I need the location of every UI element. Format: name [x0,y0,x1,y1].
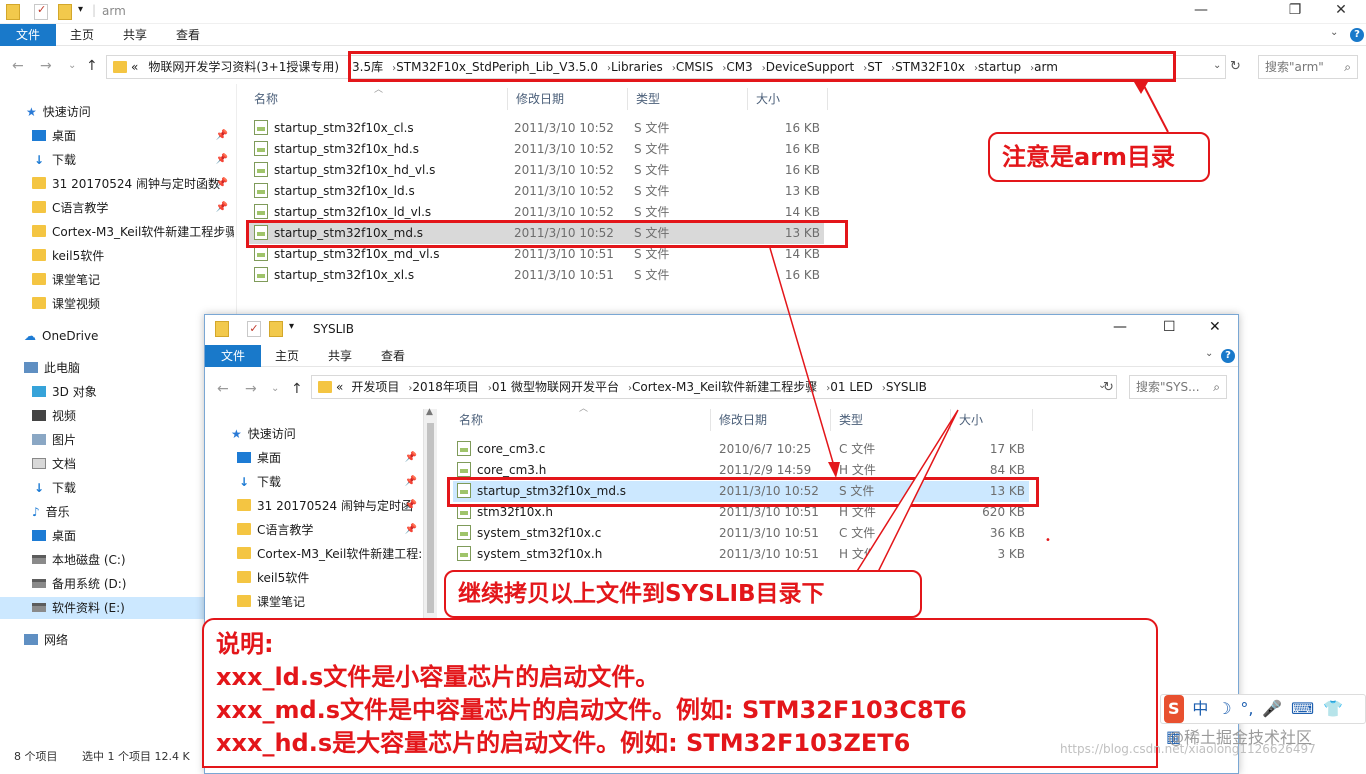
keyboard-icon[interactable]: ⌨ [1291,695,1314,723]
moon-icon[interactable]: ☽ [1217,695,1231,723]
arrow-line [769,247,835,467]
copy-files-note: 继续拷贝以上文件到SYSLIB目录下 [444,570,922,618]
explain-line: xxx_ld.s文件是小容量芯片的启动文件。 [216,663,660,691]
explain-line: 说明: [216,630,274,658]
sogou-logo-icon: S [1164,695,1184,723]
explain-line: xxx_md.s文件是中容量芯片的启动文件。例如: STM32F103C8T6 [216,696,967,724]
skin-icon[interactable]: 👕 [1323,695,1343,723]
chinese-mode-icon[interactable]: 中 [1192,695,1208,723]
explain-line: xxx_hd.s是大容量芯片的启动文件。例如: STM32F103ZET6 [216,729,911,757]
ime-toolbar[interactable]: S 中 ☽ °, 🎤 ⌨ 👕 ▦ [1160,694,1366,746]
arrow-line [1141,81,1169,133]
arrow-head [828,462,840,478]
watermark: @稀土掘金技术社区 [1168,728,1313,747]
callout-pointer [852,409,959,577]
arm-directory-note: 注意是arm目录 [988,132,1210,182]
punctuation-icon[interactable]: °, [1240,695,1253,723]
microphone-icon[interactable]: 🎤 [1262,695,1282,723]
explanation-note: 说明: xxx_ld.s文件是小容量芯片的启动文件。 xxx_md.s文件是中容… [202,618,1158,768]
